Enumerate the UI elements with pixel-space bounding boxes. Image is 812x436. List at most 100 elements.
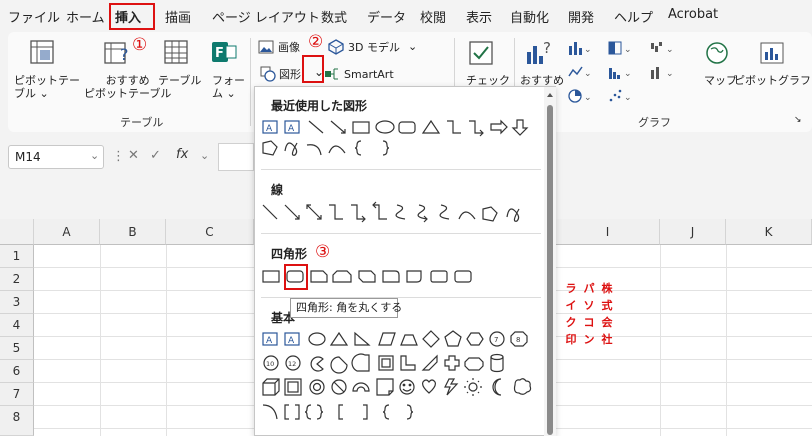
- map-globe-icon[interactable]: [704, 40, 730, 66]
- smiley-face-icon[interactable]: [399, 379, 415, 395]
- line-icon[interactable]: [308, 120, 324, 134]
- arrow-line-icon[interactable]: [330, 120, 346, 134]
- frame-icon[interactable]: [378, 355, 394, 371]
- arc-icon[interactable]: [306, 144, 322, 156]
- shapes-label[interactable]: 図形: [279, 68, 301, 81]
- oval-icon[interactable]: [375, 120, 395, 134]
- cloud-icon[interactable]: [513, 378, 532, 395]
- column-header[interactable]: I: [556, 219, 660, 245]
- pivot-table-icon[interactable]: [28, 38, 56, 66]
- column-chart-icon[interactable]: ⌄: [568, 40, 590, 56]
- moon-icon[interactable]: [492, 378, 502, 396]
- statistic-chart-icon[interactable]: ⌄: [608, 64, 630, 80]
- enter-check-icon[interactable]: ✓: [150, 148, 161, 163]
- shapes-icon[interactable]: [260, 66, 276, 82]
- snip-diagonal-icon[interactable]: [358, 270, 376, 283]
- row-header[interactable]: 5: [0, 337, 34, 360]
- freeform-icon[interactable]: [482, 206, 498, 222]
- rounded-rectangle-icon[interactable]: [398, 121, 416, 134]
- rectangle-icon[interactable]: [352, 121, 370, 134]
- scrollbar-thumb[interactable]: [547, 105, 553, 435]
- tab-help[interactable]: ヘルプ: [614, 7, 653, 26]
- scribble-icon[interactable]: [506, 208, 520, 222]
- curve-icon[interactable]: [328, 145, 346, 154]
- vertical-textbox-icon[interactable]: A: [284, 332, 300, 346]
- tab-formulas[interactable]: 数式: [321, 7, 347, 26]
- table-label[interactable]: テーブル: [158, 74, 201, 87]
- right-brace-icon[interactable]: [406, 404, 414, 420]
- name-box-chevron-down-icon[interactable]: ⌄: [90, 149, 99, 162]
- snip-single-corner-icon[interactable]: [310, 270, 328, 283]
- row-header[interactable]: 4: [0, 314, 34, 337]
- scroll-up-arrow-icon[interactable]: [545, 90, 555, 100]
- pivot-table-label[interactable]: ピボットテー ブル ⌄: [14, 74, 80, 100]
- right-arrow-icon[interactable]: [490, 119, 508, 135]
- pie-icon[interactable]: [310, 356, 324, 372]
- parallelogram-icon[interactable]: [378, 332, 396, 346]
- tab-data[interactable]: データ: [367, 7, 406, 26]
- heptagon-icon[interactable]: 7: [489, 331, 505, 347]
- curved-double-arrow-icon[interactable]: [439, 204, 450, 220]
- plaque-icon[interactable]: [464, 357, 484, 371]
- smartart-label[interactable]: SmartArt: [344, 68, 394, 81]
- sun-icon[interactable]: [464, 378, 482, 396]
- tab-draw[interactable]: 描画: [165, 7, 191, 26]
- l-shape-icon[interactable]: [400, 355, 416, 371]
- column-header[interactable]: C: [166, 219, 254, 245]
- dialog-launcher-icon[interactable]: ↘: [794, 114, 802, 127]
- right-brace-icon[interactable]: [382, 140, 390, 156]
- tab-automate[interactable]: 自動化: [510, 7, 549, 26]
- elbow-connector-icon[interactable]: [329, 204, 343, 220]
- left-brace-icon[interactable]: [354, 140, 362, 156]
- tab-review[interactable]: 校閲: [420, 7, 446, 26]
- elbow-arrow-connector-icon[interactable]: [469, 120, 484, 137]
- dodecagon-icon[interactable]: 12: [285, 355, 301, 371]
- smartart-icon[interactable]: [324, 67, 342, 81]
- line-chart-icon[interactable]: ⌄: [568, 64, 590, 80]
- column-header[interactable]: K: [726, 219, 812, 245]
- rectangle-icon[interactable]: [262, 270, 280, 283]
- row-header[interactable]: 6: [0, 360, 34, 383]
- gallery-scrollbar[interactable]: [544, 87, 556, 436]
- tab-acrobat[interactable]: Acrobat: [668, 7, 718, 22]
- curved-connector-icon[interactable]: [395, 204, 406, 220]
- table-icon[interactable]: [162, 38, 190, 66]
- row-header[interactable]: 1: [0, 245, 34, 268]
- pivot-chart-icon[interactable]: [758, 40, 786, 66]
- double-brace-icon[interactable]: [304, 404, 324, 420]
- right-bracket-icon[interactable]: [363, 404, 368, 420]
- left-brace-icon[interactable]: [382, 404, 390, 420]
- insert-function-button[interactable]: fx: [176, 147, 188, 162]
- pie-chart-icon[interactable]: ⌄: [568, 88, 590, 104]
- teardrop-icon[interactable]: [351, 353, 370, 372]
- heart-icon[interactable]: [422, 379, 436, 394]
- lightning-bolt-icon[interactable]: [444, 378, 459, 396]
- triangle-icon[interactable]: [421, 119, 441, 134]
- row-header[interactable]: 2: [0, 268, 34, 291]
- forms-label[interactable]: フォーム ⌄: [212, 74, 245, 100]
- recommended-pivot-icon[interactable]: ?: [102, 38, 132, 68]
- double-arrow-line-icon[interactable]: [306, 204, 322, 220]
- row-header[interactable]: 3: [0, 291, 34, 314]
- octagon-icon[interactable]: 8: [510, 331, 528, 347]
- column-header[interactable]: A: [34, 219, 100, 245]
- arc-icon[interactable]: [262, 404, 278, 420]
- elbow-connector-icon[interactable]: [447, 120, 461, 134]
- curved-arrow-connector-icon[interactable]: [417, 204, 428, 223]
- folded-corner-icon[interactable]: [376, 378, 394, 396]
- 3d-model-icon[interactable]: [328, 39, 344, 55]
- right-triangle-icon[interactable]: [354, 331, 371, 346]
- column-header[interactable]: B: [100, 219, 166, 245]
- bevel-icon[interactable]: [284, 378, 302, 396]
- row-header[interactable]: 8: [0, 406, 34, 436]
- image-icon[interactable]: [258, 40, 274, 54]
- tab-page-layout[interactable]: ページ レイアウト: [212, 7, 320, 26]
- combo-chart-icon[interactable]: ⌄: [650, 64, 672, 80]
- double-bracket-icon[interactable]: [284, 404, 300, 420]
- triangle-icon[interactable]: [329, 331, 349, 346]
- recommended-chart-icon[interactable]: ?: [524, 38, 554, 68]
- vertical-textbox-icon[interactable]: A: [284, 120, 300, 134]
- hierarchy-chart-icon[interactable]: ⌄: [608, 40, 630, 56]
- forms-icon[interactable]: F: [210, 38, 238, 66]
- left-bracket-icon[interactable]: [338, 404, 343, 420]
